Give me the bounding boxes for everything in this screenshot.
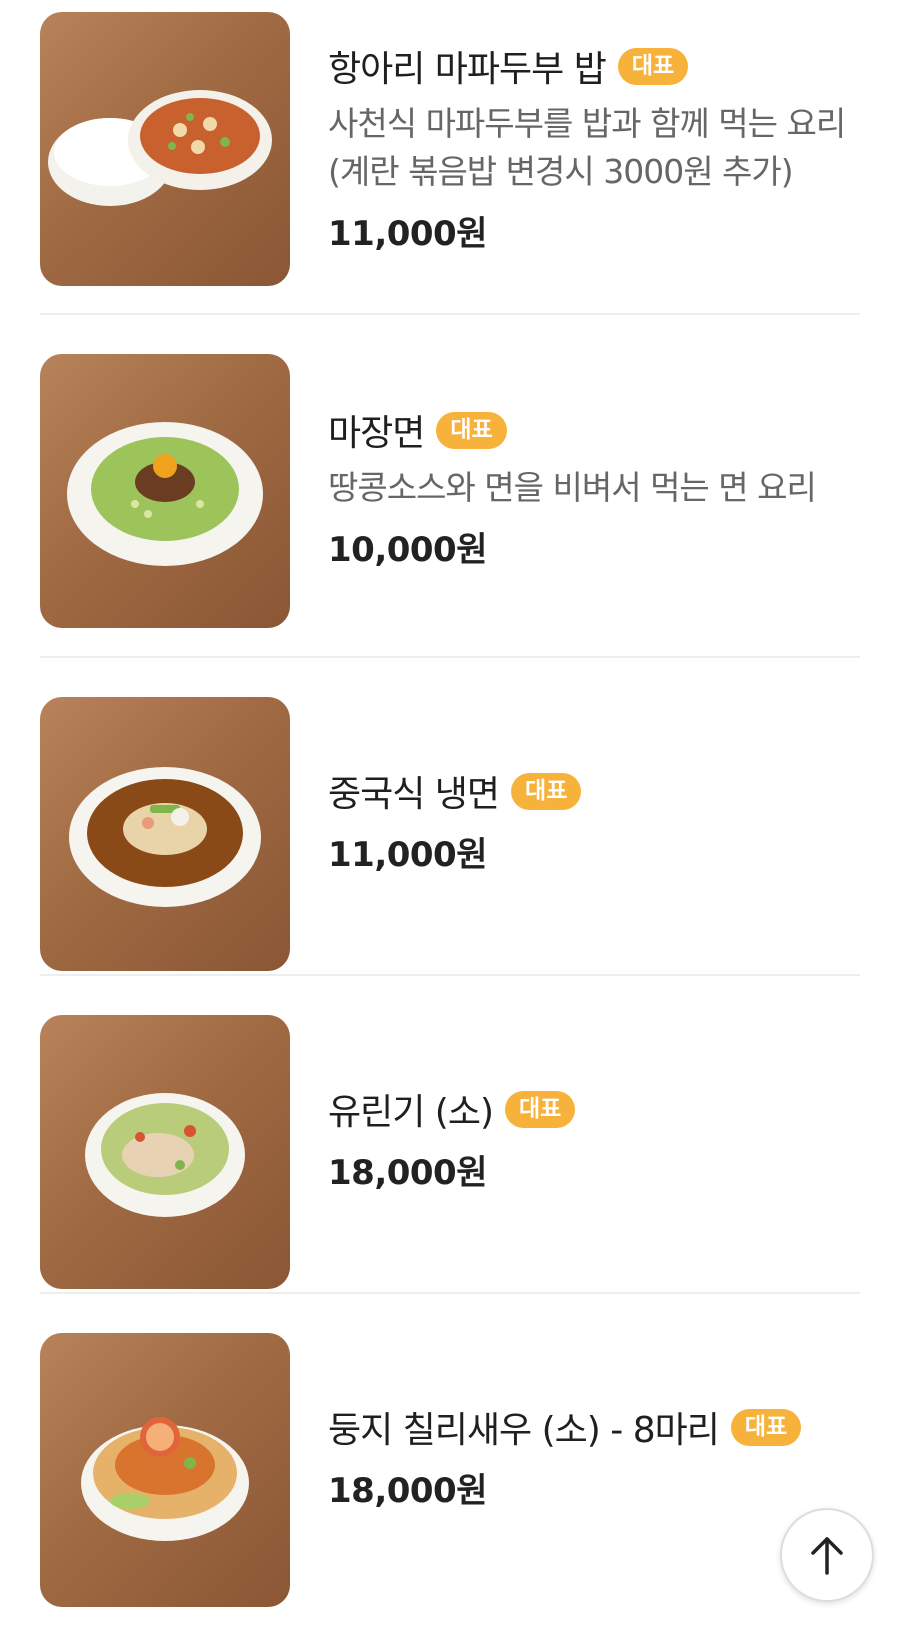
menu-item[interactable]: 둥지 칠리새우 (소) - 8마리 대표 18,000원 (40, 1333, 860, 1607)
menu-item[interactable]: 유린기 (소) 대표 18,000원 (40, 1015, 860, 1289)
menu-item-name: 마장면 (328, 413, 425, 454)
menu-item-description: 사천식 마파두부를 밥과 함께 먹는 요리 (계란 볶음밥 변경시 3000원 … (328, 104, 846, 191)
divider (40, 974, 860, 976)
menu-item-price: 18,000원 (328, 1471, 487, 1511)
menu-item[interactable]: 중국식 냉면 대표 11,000원 (40, 697, 860, 971)
menu-item-price: 11,000원 (328, 214, 487, 254)
menu-item-name: 항아리 마파두부 밥 (328, 49, 607, 90)
chili-shrimp-image (40, 1333, 290, 1607)
menu-item-price: 11,000원 (328, 835, 487, 875)
menu-item-price: 10,000원 (328, 530, 487, 570)
menu-item-name: 둥지 칠리새우 (소) - 8마리 (328, 1410, 720, 1451)
divider (40, 656, 860, 658)
menu-item-description: 땅콩소스와 면을 비벼서 먹는 면 요리 (328, 468, 817, 507)
arrow-up-icon (811, 1537, 843, 1575)
menu-item[interactable]: 마장면 대표 땅콩소스와 면을 비벼서 먹는 면 요리 10,000원 (40, 354, 860, 628)
menu-item-name: 중국식 냉면 (328, 774, 500, 815)
scroll-to-top-button[interactable] (780, 1508, 874, 1602)
signature-badge: 대표 (730, 1408, 802, 1446)
majang-noodle-image (40, 354, 290, 628)
menu-item[interactable]: 항아리 마파두부 밥 대표 사천식 마파두부를 밥과 함께 먹는 요리 (계란 … (40, 12, 860, 286)
signature-badge: 대표 (505, 1090, 576, 1128)
cold-noodle-image (40, 697, 290, 971)
divider (40, 1292, 860, 1294)
menu-item-price: 18,000원 (328, 1153, 487, 1193)
mapo-tofu-bowl-image (40, 12, 290, 286)
menu-item-name: 유린기 (소) (328, 1092, 494, 1133)
signature-badge: 대표 (511, 772, 582, 810)
signature-badge: 대표 (617, 47, 689, 85)
divider (40, 313, 860, 315)
signature-badge: 대표 (436, 411, 507, 449)
yuringi-image (40, 1015, 290, 1289)
